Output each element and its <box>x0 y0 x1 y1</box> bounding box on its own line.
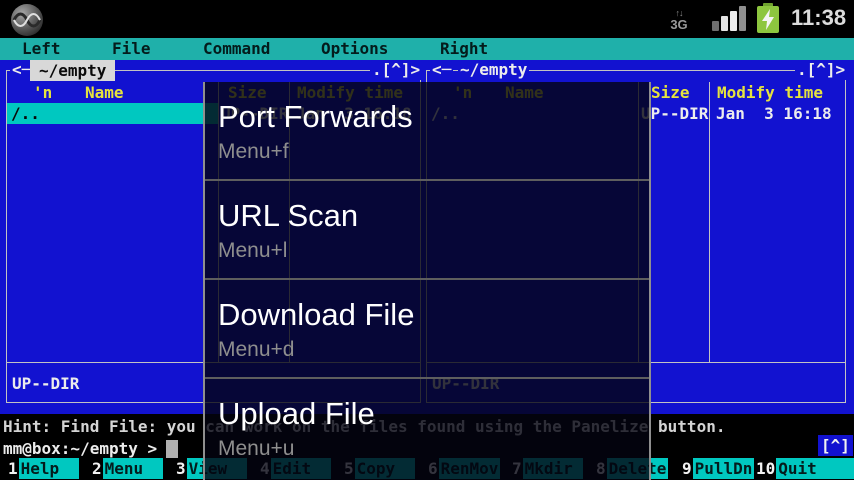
menu-item-shortcut: Menu+d <box>218 338 295 361</box>
menubar-item-left[interactable]: Left <box>22 39 61 58</box>
left-panel-row-name[interactable]: /.. <box>11 104 40 124</box>
left-panel-mini-status: UP--DIR <box>12 374 80 393</box>
menu-item-label: Port Forwards <box>218 99 413 134</box>
right-panel-title[interactable]: ~/empty <box>458 60 530 80</box>
fkey-1-help[interactable]: 1 Help <box>8 458 79 479</box>
right-panel-right-border <box>845 70 846 403</box>
menu-item-label: Download File <box>218 297 415 332</box>
menu-item-shortcut: Menu+f <box>218 140 289 163</box>
menu-item-shortcut: Menu+l <box>218 239 288 262</box>
menu-item-shortcut: Menu+u <box>218 437 295 460</box>
menubar-item-right[interactable]: Right <box>440 39 488 58</box>
menubar-item-command[interactable]: Command <box>203 39 270 58</box>
screen: ↑↓ 3G 11:38 Left File Command Options Ri… <box>0 0 854 480</box>
clock: 11:38 <box>791 5 847 30</box>
android-status-bar: ↑↓ 3G 11:38 <box>0 0 854 38</box>
fkey-9-pulldn[interactable]: 9 PullDn <box>682 458 755 479</box>
fkey-2-menu[interactable]: 2 Menu <box>92 458 163 479</box>
terminal-cursor[interactable] <box>166 440 178 458</box>
left-panel-corner-tag: .[^]> <box>370 60 423 80</box>
menu-item-port-forwards[interactable]: Port Forwards Menu+f <box>205 82 649 181</box>
menu-item-label: URL Scan <box>218 198 359 233</box>
context-menu: Port Forwards Menu+f URL Scan Menu+l Dow… <box>203 82 651 480</box>
scroll-up-indicator: [^] <box>818 435 853 456</box>
menu-item-download-file[interactable]: Download File Menu+d <box>205 280 649 379</box>
command-prompt[interactable]: mm@box:~/empty > <box>3 439 157 459</box>
menu-item-label: Upload File <box>218 396 375 431</box>
mc-menubar: Left File Command Options Right <box>0 38 854 60</box>
menubar-item-options[interactable]: Options <box>321 39 388 58</box>
left-panel-title[interactable]: ~/empty <box>30 60 116 81</box>
left-col-header-name: Name <box>85 83 124 102</box>
menu-item-url-scan[interactable]: URL Scan Menu+l <box>205 181 649 280</box>
menubar-item-file[interactable]: File <box>112 39 151 58</box>
right-panel-corner-tag: .[^]> <box>795 60 848 80</box>
signal-strength-icon <box>712 6 748 31</box>
fkey-10-quit[interactable]: 10 Quit <box>756 458 854 479</box>
right-col-header-mtime: Modify time <box>717 83 823 102</box>
right-panel-col-sep-2 <box>709 82 710 362</box>
right-col-header-size: Size <box>651 83 690 102</box>
right-panel-history-arrow[interactable]: <─ <box>430 60 454 80</box>
network-type-icon: ↑↓ 3G <box>666 8 692 31</box>
left-col-header-mark: 'n <box>33 83 53 102</box>
connectbot-app-icon <box>11 4 43 36</box>
battery-charging-icon <box>757 3 779 33</box>
right-panel-row-size: UP--DIR <box>641 104 709 123</box>
menu-item-upload-file[interactable]: Upload File Menu+u <box>205 379 649 478</box>
right-panel-row-mtime: Jan 3 16:18 <box>716 104 832 123</box>
